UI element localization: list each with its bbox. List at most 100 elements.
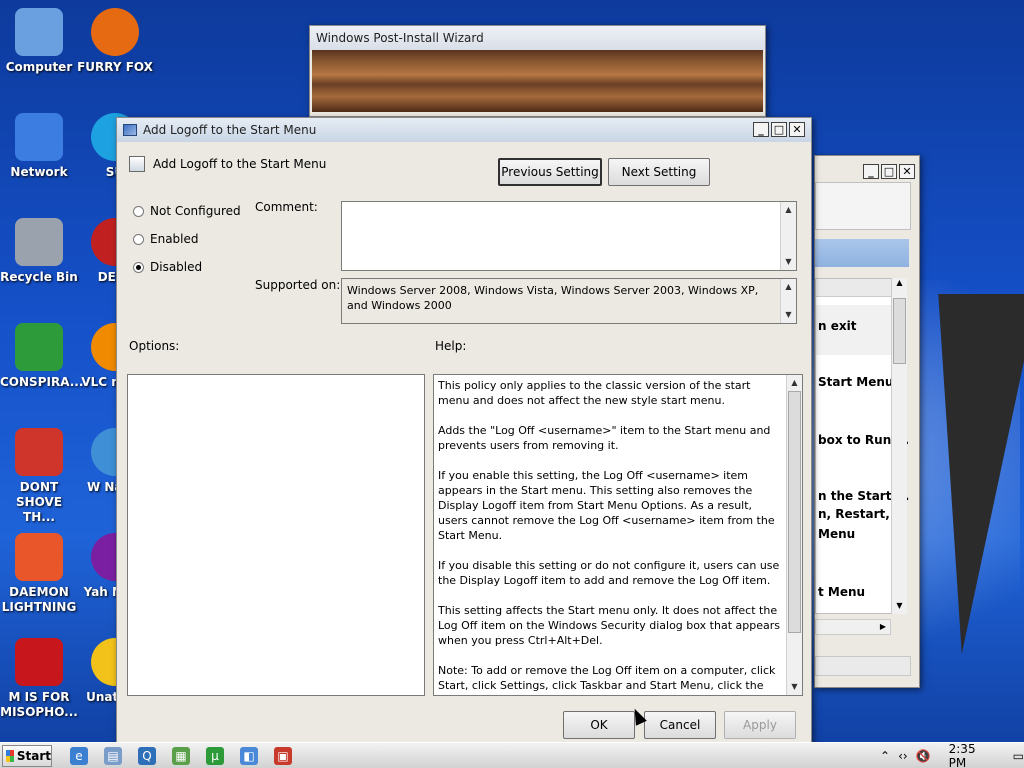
close-button[interactable]: ✕ — [789, 122, 805, 137]
policy-taskbar-icon[interactable]: ▣ — [274, 747, 292, 765]
start-button[interactable]: Start — [2, 745, 52, 767]
scroll-down-arrow[interactable]: ▼ — [782, 255, 795, 269]
desktop-icon[interactable]: FURRY FOX — [76, 8, 154, 75]
desktop-icon[interactable]: Recycle Bin — [0, 218, 78, 285]
next-setting-button[interactable]: Next Setting — [608, 158, 710, 186]
scroll-up-arrow[interactable]: ▲ — [782, 280, 795, 294]
scroll-thumb[interactable] — [893, 298, 906, 364]
comment-textarea[interactable]: ▲ ▼ — [341, 201, 797, 271]
wizard-titlebar[interactable]: Windows Post-Install Wizard — [310, 26, 765, 50]
tray-expand-icon[interactable]: ⌃ — [880, 749, 890, 763]
supported-scrollbar[interactable]: ▲ ▼ — [780, 279, 796, 323]
maximize-button[interactable]: □ — [771, 122, 787, 137]
close-button[interactable]: ✕ — [899, 164, 915, 179]
start-label: Start — [16, 749, 51, 763]
help-label: Help: — [435, 339, 467, 353]
desktop-icon-label: Network — [10, 165, 68, 179]
help-paragraph: This policy only applies to the classic … — [438, 379, 751, 407]
dialog-window-controls: _ □ ✕ — [753, 122, 805, 137]
ok-button[interactable]: OK — [563, 711, 635, 739]
desktop-icon[interactable]: M IS FOR MISOPHO... — [0, 638, 78, 720]
utorrent-taskbar-icon[interactable]: µ — [206, 747, 224, 765]
wizard-banner-image — [312, 50, 763, 112]
help-paragraph: If you disable this setting or do not co… — [438, 559, 780, 587]
radio-label: Not Configured — [150, 204, 241, 218]
help-scrollbar[interactable]: ▲ ▼ — [786, 375, 802, 695]
dialog-titlebar[interactable]: Add Logoff to the Start Menu — [117, 118, 811, 142]
network-icon — [15, 113, 63, 161]
radio-not-configured[interactable]: Not Configured — [133, 204, 241, 218]
back-window-status-bar — [815, 656, 911, 676]
back-window-header-bar — [815, 239, 909, 267]
minimize-button[interactable]: _ — [753, 122, 769, 137]
radio-indicator[interactable] — [133, 261, 144, 273]
utorrent-icon — [15, 323, 63, 371]
options-panel[interactable] — [127, 374, 425, 696]
system-tray: ⌃ ‹› 🔇 2:35 PM ▭ — [872, 742, 1024, 768]
network-tray-icon[interactable]: ‹› — [898, 749, 908, 763]
back-list-hscroll[interactable]: ▶ — [815, 619, 891, 635]
desktop-icon-label: DAEMON LIGHTNING — [1, 585, 77, 614]
help-scroll-thumb[interactable] — [788, 391, 801, 633]
scroll-up-arrow[interactable]: ▲ — [782, 203, 795, 217]
comment-label: Comment: — [255, 200, 318, 214]
help-panel[interactable]: This policy only applies to the classic … — [433, 374, 803, 696]
help-text: This policy only applies to the classic … — [438, 378, 782, 695]
taskbar-app-icon[interactable]: ▦ — [172, 747, 190, 765]
policy-list-item[interactable]: t Menu — [818, 585, 865, 599]
clock[interactable]: 2:35 PM — [949, 742, 997, 768]
policy-list-item[interactable]: n exit — [818, 319, 856, 333]
dialog-title: Add Logoff to the Start Menu — [143, 123, 317, 137]
desktop-icon[interactable]: Computer — [0, 8, 78, 75]
apply-button: Apply — [724, 711, 796, 739]
radio-enabled[interactable]: Enabled — [133, 232, 199, 246]
explorer-quicklaunch-icon[interactable]: ▤ — [104, 747, 122, 765]
minimize-button[interactable]: _ — [863, 164, 879, 179]
radio-label: Disabled — [150, 260, 203, 274]
start-orb-icon — [6, 750, 14, 762]
supported-on-value: Windows Server 2008, Windows Vista, Wind… — [347, 284, 759, 312]
malwarebytes-icon — [15, 638, 63, 686]
scroll-down-arrow[interactable]: ▼ — [892, 601, 907, 610]
policy-list-item[interactable]: Menu — [818, 527, 855, 541]
taskbar: Start e ▤ Q ▦ µ ◧ ▣ ⌃ ‹› 🔇 2:35 PM ▭ — [0, 742, 1024, 768]
policy-setting-dialog[interactable]: Add Logoff to the Start Menu _ □ ✕ Add L… — [116, 117, 812, 745]
recycle-bin-icon — [15, 218, 63, 266]
group-policy-editor-window[interactable]: _ □ ✕ n exit Start Menu... box to Run ... n… — [814, 155, 920, 688]
media-quicklaunch-icon[interactable]: Q — [138, 747, 156, 765]
desktop-icon[interactable]: DAEMON LIGHTNING — [0, 533, 78, 615]
volume-muted-icon[interactable]: 🔇 — [916, 749, 931, 763]
supported-on-field: Windows Server 2008, Windows Vista, Wind… — [341, 278, 797, 324]
setting-heading: Add Logoff to the Start Menu — [129, 156, 326, 172]
radio-indicator[interactable] — [133, 205, 144, 217]
ccleaner-icon — [15, 428, 63, 476]
radio-disabled[interactable]: Disabled — [133, 260, 202, 274]
scroll-up-arrow[interactable]: ▲ — [892, 278, 907, 287]
desktop-icon[interactable]: Network — [0, 113, 78, 180]
comment-scrollbar[interactable]: ▲ ▼ — [780, 202, 796, 270]
desktop-icon-label: Computer — [5, 60, 73, 74]
desktop-icon-label: CONSPIRA... — [0, 375, 84, 389]
desktop-icon[interactable]: DONT SHOVE TH... — [0, 428, 78, 525]
desktop-icon-label: Recycle Bin — [0, 270, 78, 284]
scroll-up-arrow[interactable]: ▲ — [788, 376, 801, 390]
help-paragraph: This setting affects the Start menu only… — [438, 604, 780, 647]
maximize-button[interactable]: □ — [881, 164, 897, 179]
desktop-icon-label: FURRY FOX — [77, 60, 153, 74]
radio-indicator[interactable] — [133, 233, 144, 245]
wizard-taskbar-icon[interactable]: ◧ — [240, 747, 258, 765]
ie-quicklaunch-icon[interactable]: e — [70, 747, 88, 765]
policy-icon — [123, 124, 137, 136]
previous-setting-button[interactable]: Previous Setting — [498, 158, 602, 186]
back-list-vscroll[interactable]: ▲ ▼ — [891, 278, 907, 614]
desktop-icon[interactable]: CONSPIRA... — [0, 323, 84, 390]
scroll-right-arrow[interactable]: ▶ — [880, 620, 886, 634]
cancel-button[interactable]: Cancel — [644, 711, 716, 739]
scroll-down-arrow[interactable]: ▼ — [788, 680, 801, 694]
help-paragraph: If you enable this setting, the Log Off … — [438, 469, 775, 542]
setting-icon — [129, 156, 145, 172]
scroll-down-arrow[interactable]: ▼ — [782, 308, 795, 322]
radio-label: Enabled — [150, 232, 199, 246]
post-install-wizard-window[interactable]: Windows Post-Install Wizard — [309, 25, 766, 117]
notification-icon[interactable]: ▭ — [1013, 749, 1024, 763]
